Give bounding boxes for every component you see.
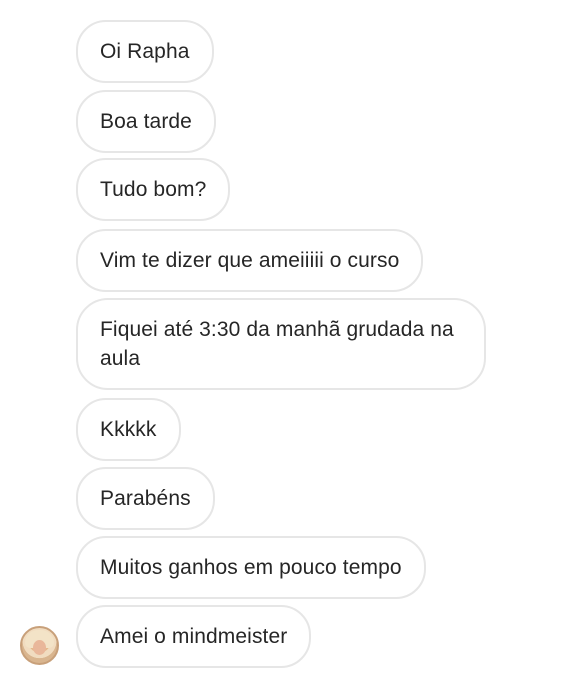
message-text: Kkkkk — [100, 418, 157, 441]
message-bubble[interactable]: Parabéns — [76, 467, 215, 530]
message-bubble[interactable]: Boa tarde — [76, 90, 216, 153]
message-text: Tudo bom? — [100, 178, 207, 201]
message-text: Parabéns — [100, 487, 191, 510]
message-text: Amei o mindmeister — [100, 625, 288, 648]
message-text: Oi Rapha — [100, 40, 190, 63]
message-text: Fiquei até 3:30 da manhã grudada na aula — [100, 318, 454, 370]
message-bubble[interactable]: Fiquei até 3:30 da manhã grudada na aula — [76, 298, 486, 390]
message-text: Muitos ganhos em pouco tempo — [100, 556, 402, 579]
message-text: Vim te dizer que ameiiiii o curso — [100, 249, 400, 272]
message-bubble[interactable]: Kkkkk — [76, 398, 181, 461]
message-bubble[interactable]: Muitos ganhos em pouco tempo — [76, 536, 426, 599]
message-text: Boa tarde — [100, 110, 192, 133]
avatar-face — [33, 640, 46, 655]
message-bubble[interactable]: Oi Rapha — [76, 20, 214, 83]
message-bubble[interactable]: Vim te dizer que ameiiiii o curso — [76, 229, 424, 292]
message-bubble[interactable]: Tudo bom? — [76, 158, 231, 221]
user-avatar-icon[interactable] — [20, 626, 59, 665]
message-bubble[interactable]: Amei o mindmeister — [76, 605, 312, 668]
message-thread: Oi Rapha Boa tarde Tudo bom? Vim te dize… — [0, 0, 569, 690]
